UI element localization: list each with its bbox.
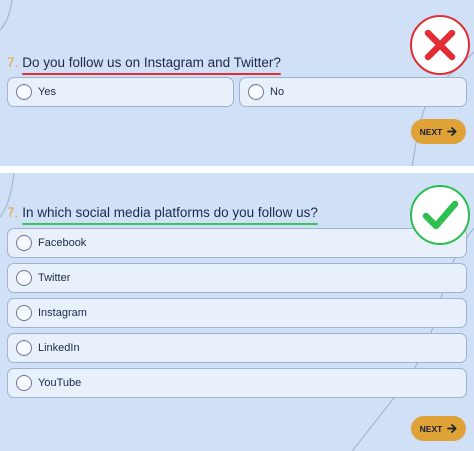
radio-button[interactable] (16, 340, 32, 356)
question-panel-right: 7. In which social media platforms do you… (0, 173, 474, 451)
question-number: 7. (7, 205, 19, 220)
question-number: 7. (7, 55, 19, 70)
question-text-wrapper: In which social media platforms do you f… (22, 205, 318, 225)
option-yes[interactable]: Yes (7, 77, 234, 107)
check-mark-glyph (422, 200, 459, 230)
cross-mark-glyph (424, 29, 456, 61)
radio-button[interactable] (16, 235, 32, 251)
option-label: YouTube (38, 377, 82, 389)
option-no[interactable]: No (239, 77, 467, 107)
next-label: NEXT (419, 423, 443, 434)
check-mark-icon (410, 185, 470, 245)
next-label: NEXT (419, 126, 443, 137)
question-text: In which social media platforms do you f… (22, 205, 318, 220)
option-label: No (270, 86, 285, 98)
question-text: Do you follow us on Instagram and Twitte… (22, 55, 281, 70)
question-heading: 7. Do you follow us on Instagram and Twit… (7, 55, 281, 75)
arrow-right-icon (447, 424, 457, 433)
green-underline (22, 223, 318, 225)
arrow-right-icon (447, 127, 457, 136)
option-label: Yes (38, 86, 56, 98)
next-button[interactable]: NEXT (411, 119, 466, 144)
question-text-wrapper: Do you follow us on Instagram and Twitte… (22, 55, 281, 75)
option-label: Twitter (38, 272, 71, 284)
question-heading: 7. In which social media platforms do you… (7, 205, 318, 225)
radio-button[interactable] (248, 84, 264, 100)
option-facebook[interactable]: Facebook (7, 228, 467, 258)
option-instagram[interactable]: Instagram (7, 298, 467, 328)
radio-button[interactable] (16, 84, 32, 100)
option-label: Facebook (38, 237, 87, 249)
option-youtube[interactable]: YouTube (7, 368, 467, 398)
option-twitter[interactable]: Twitter (7, 263, 467, 293)
option-label: Instagram (38, 307, 87, 319)
red-underline (22, 73, 281, 75)
option-linkedin[interactable]: LinkedIn (7, 333, 467, 363)
question-panel-wrong: 7. Do you follow us on Instagram and Twit… (0, 0, 474, 166)
radio-button[interactable] (16, 305, 32, 321)
next-button[interactable]: NEXT (411, 416, 466, 441)
option-label: LinkedIn (38, 342, 80, 354)
cross-mark-icon (410, 15, 470, 75)
radio-button[interactable] (16, 375, 32, 391)
radio-button[interactable] (16, 270, 32, 286)
